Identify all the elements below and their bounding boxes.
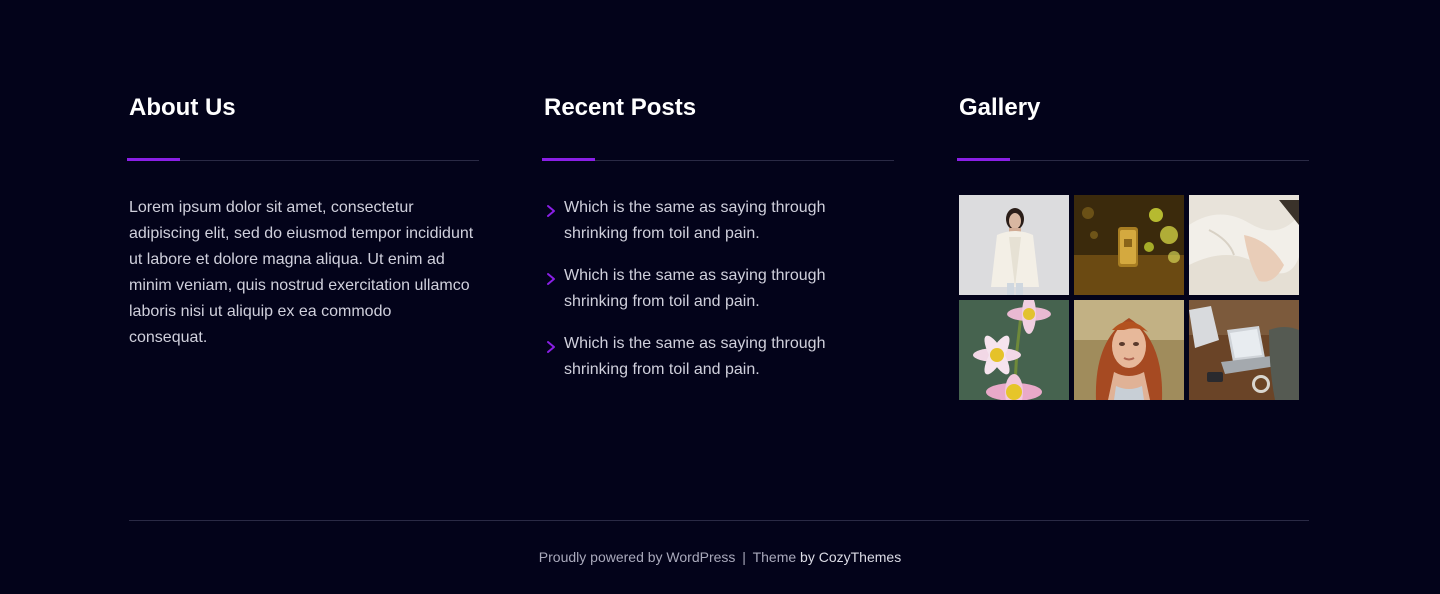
gallery-image-linen[interactable] [1189, 195, 1299, 295]
chevron-right-icon [547, 341, 555, 353]
footer-separator: | [742, 549, 746, 565]
powered-by-link[interactable]: Proudly powered by WordPress [539, 549, 736, 565]
recent-post-link[interactable]: Which is the same as saying through shri… [564, 267, 825, 310]
chevron-right-icon [547, 205, 555, 217]
gallery-grid [959, 195, 1304, 401]
recent-posts-list: Which is the same as saying through shri… [544, 195, 874, 399]
site-info: Proudly powered by WordPress | Theme by … [0, 548, 1440, 566]
recent-post-item[interactable]: Which is the same as saying through shri… [544, 263, 874, 315]
about-text: Lorem ipsum dolor sit amet, consectetur … [129, 199, 474, 346]
recent-post-item[interactable]: Which is the same as saying through shri… [544, 331, 874, 383]
about-title-accent [127, 158, 180, 161]
theme-prefix: Theme [752, 549, 797, 565]
gallery-image-daisies[interactable] [959, 300, 1069, 400]
footer-divider [129, 520, 1309, 521]
recent-posts-title: Recent Posts [544, 94, 697, 121]
gallery-image-laptop-desk[interactable] [1189, 300, 1299, 400]
gallery-image-woman-cardigan[interactable] [959, 195, 1069, 295]
footer-widgets: About Us Lorem ipsum dolor sit amet, con… [127, 0, 1309, 520]
gallery-title-accent [957, 158, 1010, 161]
recent-post-item[interactable]: Which is the same as saying through shri… [544, 195, 874, 247]
gallery-title: Gallery [959, 94, 1041, 121]
chevron-right-icon [547, 273, 555, 285]
about-title: About Us [129, 94, 236, 121]
gallery-image-red-hair-woman[interactable] [1074, 300, 1184, 400]
recent-post-link[interactable]: Which is the same as saying through shri… [564, 199, 825, 242]
theme-author-link[interactable]: by CozyThemes [800, 549, 901, 565]
recent-post-link[interactable]: Which is the same as saying through shri… [564, 335, 825, 378]
gallery-image-gold-phone[interactable] [1074, 195, 1184, 295]
recent-posts-title-accent [542, 158, 595, 161]
